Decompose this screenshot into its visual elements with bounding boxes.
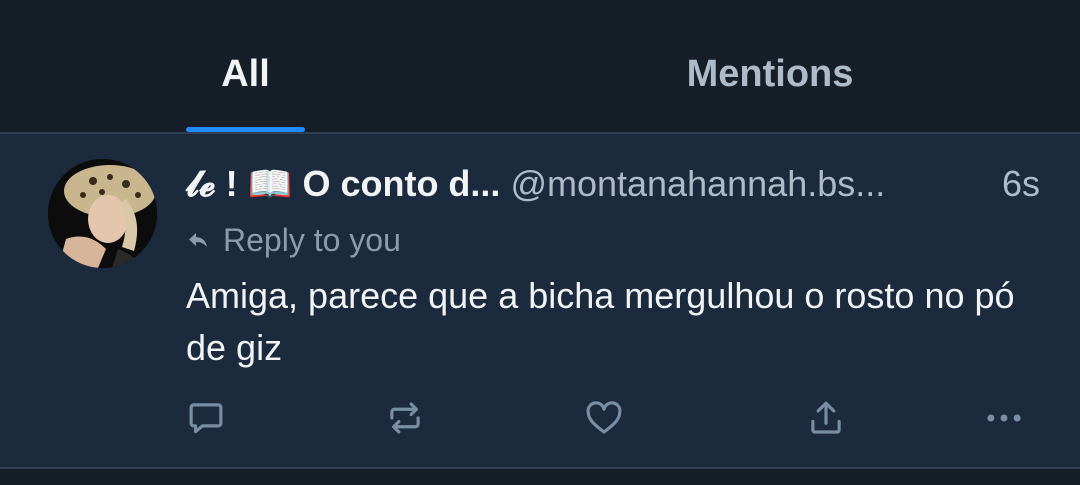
like-button[interactable] bbox=[581, 396, 627, 440]
reply-button[interactable] bbox=[183, 396, 229, 440]
author-display-name[interactable]: 𝓵𝓮 ! 📖 O conto d... bbox=[186, 163, 500, 204]
share-icon bbox=[811, 401, 841, 434]
reply-indicator: Reply to you bbox=[186, 218, 401, 262]
avatar-image bbox=[48, 159, 157, 268]
tab-all[interactable]: All bbox=[186, 50, 305, 98]
reply-label: Reply to you bbox=[223, 222, 401, 258]
timestamp: 6s bbox=[1001, 163, 1040, 204]
reply-arrow-icon bbox=[189, 233, 207, 247]
tab-mentions[interactable]: Mentions bbox=[600, 50, 940, 98]
author-handle[interactable]: @montanahannah.bs... bbox=[510, 163, 885, 204]
tab-bar: All Mentions bbox=[0, 0, 1080, 133]
repost-icon bbox=[390, 402, 420, 434]
more-options-button[interactable] bbox=[981, 396, 1027, 440]
post-text: Amiga, parece que a bicha mergulhou o ro… bbox=[186, 275, 1015, 368]
avatar[interactable] bbox=[48, 159, 157, 268]
reply-icon bbox=[189, 403, 223, 434]
heart-icon bbox=[586, 401, 622, 434]
share-button[interactable] bbox=[803, 396, 849, 440]
repost-button[interactable] bbox=[382, 396, 428, 440]
divider bbox=[0, 467, 1080, 469]
more-icon bbox=[987, 414, 1021, 422]
notification-header: 𝓵𝓮 ! 📖 O conto d... @montanahannah.bs... bbox=[186, 160, 1046, 208]
